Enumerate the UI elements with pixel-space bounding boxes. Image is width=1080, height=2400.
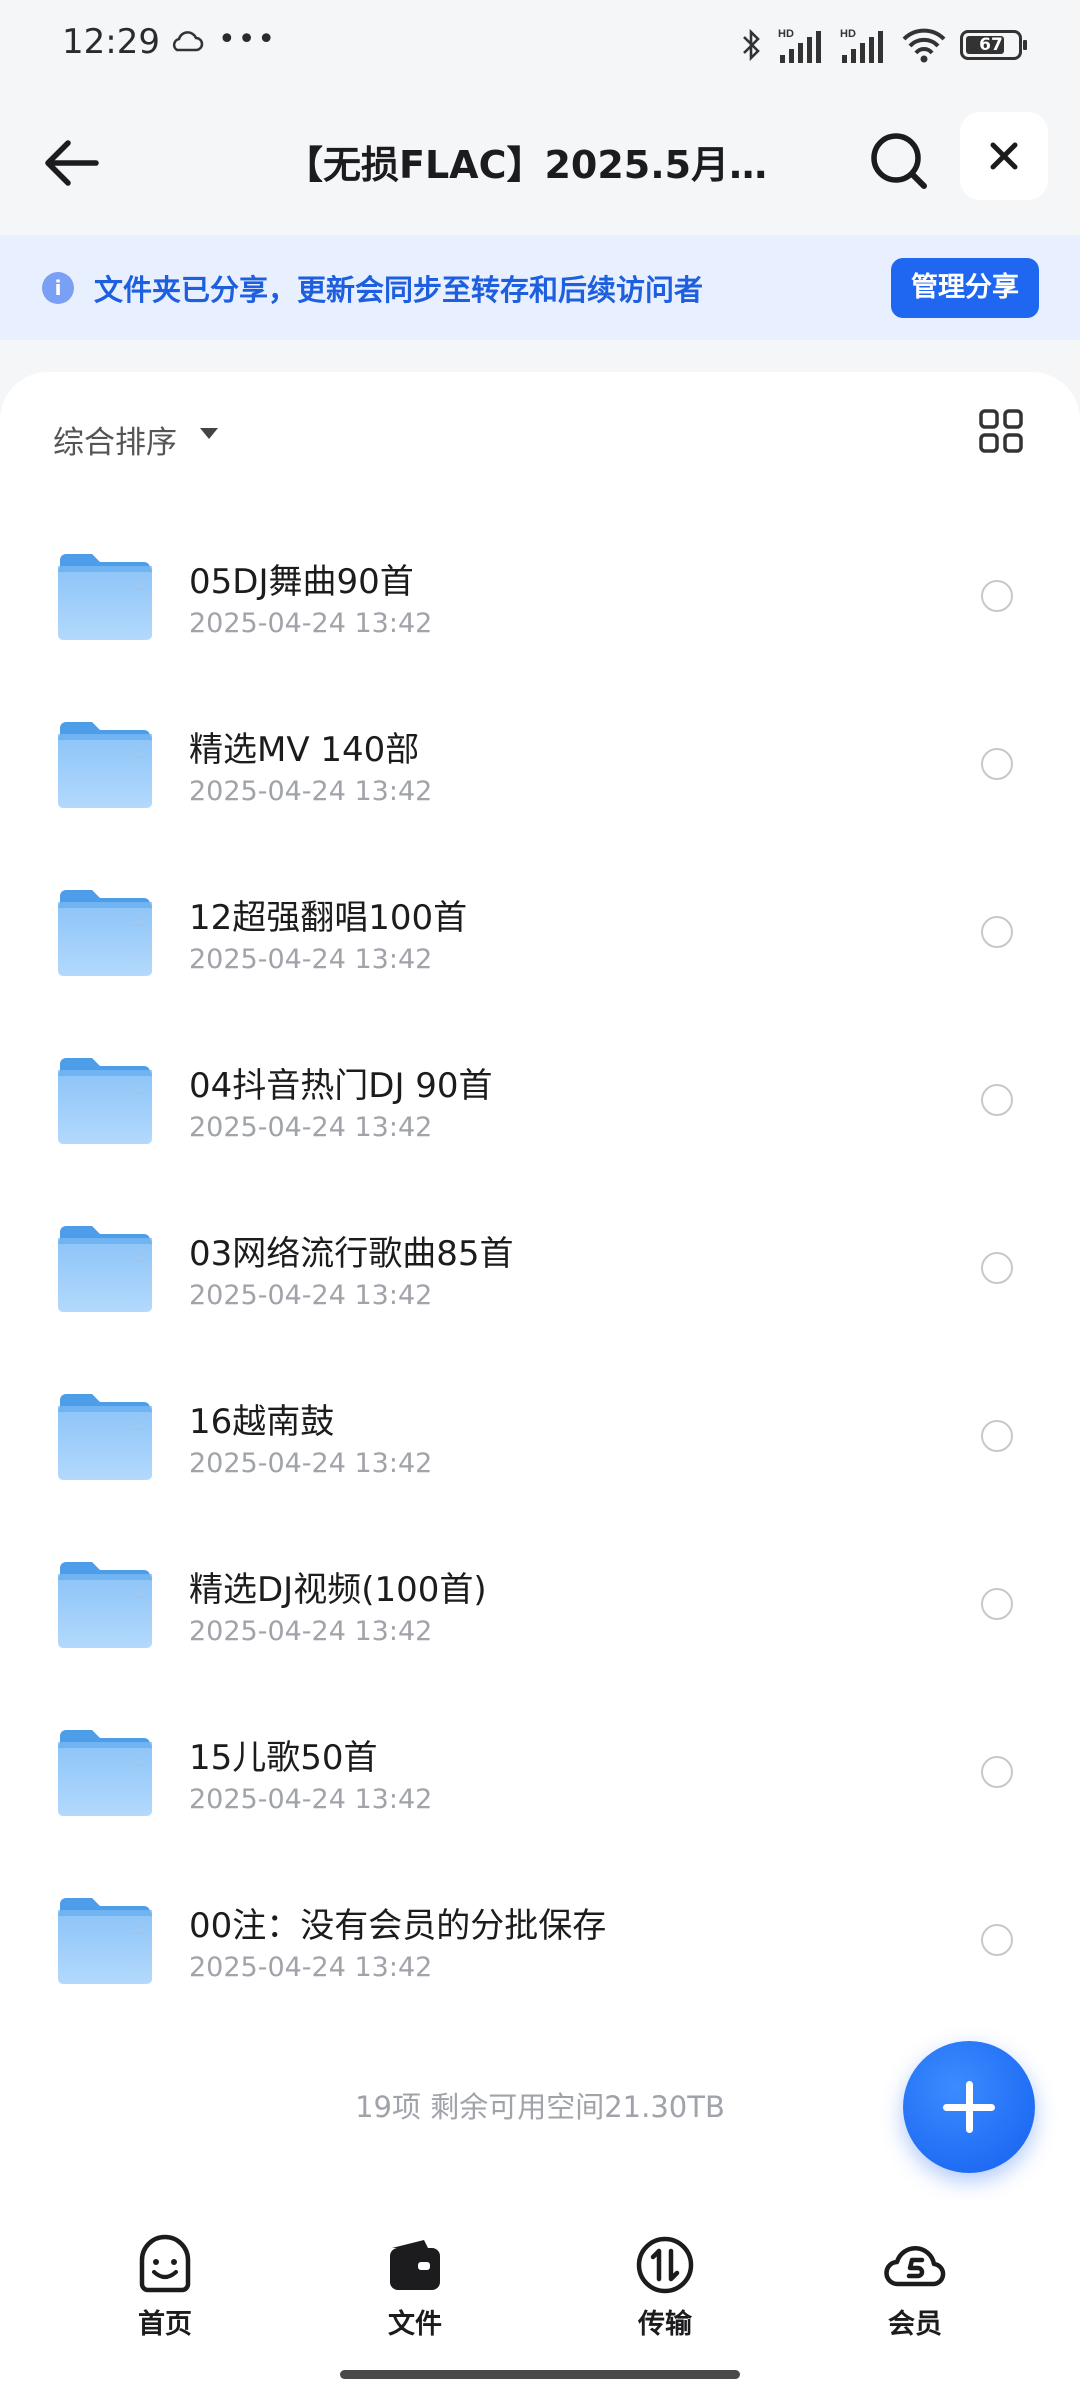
folder-name: 15儿歌50首 [189, 1738, 378, 1778]
select-checkbox[interactable] [981, 1756, 1013, 1788]
folder-icon [58, 1562, 152, 1648]
file-list: 05DJ舞曲90首 2025-04-24 13:42 精选MV 140部 2025-0… [0, 522, 1080, 2034]
folder-icon [58, 1226, 152, 1312]
file-list-item[interactable]: 00注：没有会员的分批保存 2025-04-24 13:42 [0, 1866, 1080, 2034]
signal-hd-icon: HD [778, 28, 821, 63]
folder-icon [58, 1058, 152, 1144]
svg-text:HD: HD [778, 28, 794, 40]
select-checkbox[interactable] [981, 1588, 1013, 1620]
folder-name: 12超强翻唱100首 [189, 898, 468, 938]
signal-hd-icon-2: HD [840, 28, 883, 63]
file-list-item[interactable]: 05DJ舞曲90首 2025-04-24 13:42 [0, 522, 1080, 690]
nav-label-transfer: 传输 [638, 2309, 692, 2340]
folder-date: 2025-04-24 13:42 [189, 944, 433, 975]
smiley-home-icon [139, 2234, 191, 2293]
folder-name: 04抖音热门DJ 90首 [189, 1066, 493, 1106]
file-list-item[interactable]: 03网络流行歌曲85首 2025-04-24 13:42 [0, 1194, 1080, 1362]
folder-date: 2025-04-24 13:42 [189, 1616, 433, 1647]
bluetooth-icon [743, 28, 760, 62]
nav-item-files[interactable]: 文件 [345, 2234, 485, 2341]
battery-icon: 67 [960, 30, 1027, 60]
folder-date: 2025-04-24 13:42 [189, 1448, 433, 1479]
nav-item-transfer[interactable]: 传输 [595, 2234, 735, 2341]
file-list-item[interactable]: 16越南鼓 2025-04-24 13:42 [0, 1362, 1080, 1530]
close-button[interactable] [960, 112, 1048, 200]
folder-name: 05DJ舞曲90首 [189, 562, 414, 602]
nav-item-home[interactable]: 首页 [95, 2234, 235, 2341]
folder-icon [58, 890, 152, 976]
select-checkbox[interactable] [981, 1084, 1013, 1116]
folder-icon [58, 1730, 152, 1816]
select-checkbox[interactable] [981, 916, 1013, 948]
wifi-icon [902, 28, 946, 63]
home-indicator [340, 2370, 740, 2379]
folder-name: 16越南鼓 [189, 1402, 335, 1442]
folder-name: 精选DJ视频(100首) [189, 1570, 487, 1610]
caret-down-icon [200, 428, 218, 439]
status-bar: 12:29 ••• HD HD 67 [0, 0, 1080, 90]
file-list-item[interactable]: 15儿歌50首 2025-04-24 13:42 [0, 1698, 1080, 1866]
file-list-item[interactable]: 精选DJ视频(100首) 2025-04-24 13:42 [0, 1530, 1080, 1698]
folder-name: 03网络流行歌曲85首 [189, 1234, 514, 1274]
folder-icon [58, 554, 152, 640]
file-list-item[interactable]: 12超强翻唱100首 2025-04-24 13:42 [0, 858, 1080, 1026]
folder-date: 2025-04-24 13:42 [189, 1784, 433, 1815]
status-time: 12:29 [62, 22, 160, 62]
file-list-item[interactable]: 精选MV 140部 2025-04-24 13:42 [0, 690, 1080, 858]
status-indicators: HD HD 67 [740, 20, 1027, 70]
folder-name: 精选MV 140部 [189, 730, 420, 770]
folder-icon [58, 1898, 152, 1984]
cloud-icon [172, 31, 204, 52]
wallet-files-icon [390, 2240, 440, 2290]
select-checkbox[interactable] [981, 748, 1013, 780]
close-icon [990, 142, 1018, 170]
folder-date: 2025-04-24 13:42 [189, 608, 433, 639]
share-notice-text: 文件夹已分享，更新会同步至转存和后续访问者 [94, 273, 704, 307]
folder-date: 2025-04-24 13:42 [189, 1112, 433, 1143]
folder-name: 00注：没有会员的分批保存 [189, 1906, 607, 1946]
info-icon: i [42, 272, 74, 304]
add-button[interactable] [903, 2041, 1035, 2173]
file-list-item[interactable]: 04抖音热门DJ 90首 2025-04-24 13:42 [0, 1026, 1080, 1194]
manage-share-button[interactable]: 管理分享 [891, 258, 1039, 318]
nav-label-home: 首页 [138, 2309, 192, 2340]
top-app-bar: 【无损FLAC】2025.5月车… [0, 90, 1080, 235]
folder-icon [58, 1394, 152, 1480]
sort-label: 综合排序 [53, 425, 177, 461]
select-checkbox[interactable] [981, 580, 1013, 612]
grid-view-icon[interactable] [978, 408, 1024, 454]
svg-text:HD: HD [840, 28, 856, 40]
folder-date: 2025-04-24 13:42 [189, 776, 433, 807]
share-notice-banner: i 文件夹已分享，更新会同步至转存和后续访问者 管理分享 [0, 235, 1080, 340]
select-checkbox[interactable] [981, 1420, 1013, 1452]
folder-date: 2025-04-24 13:42 [189, 1280, 433, 1311]
transfer-icon [636, 2236, 694, 2294]
nav-label-vip: 会员 [888, 2309, 942, 2340]
page-title: 【无损FLAC】2025.5月车… [285, 143, 805, 187]
nav-label-files: 文件 [388, 2309, 442, 2340]
nav-item-vip[interactable]: 会员 [845, 2234, 985, 2341]
folder-icon [58, 722, 152, 808]
select-checkbox[interactable] [981, 1252, 1013, 1284]
battery-level: 67 [979, 35, 1003, 55]
file-list-panel: 综合排序 05DJ舞曲90首 2025-04-24 13:42 精选MV 140部 2… [0, 372, 1080, 2202]
search-icon[interactable] [862, 124, 936, 198]
folder-date: 2025-04-24 13:42 [189, 1952, 433, 1983]
back-arrow-icon[interactable] [38, 128, 108, 198]
more-notifications-icon: ••• [218, 22, 278, 57]
cloud-vip-icon [884, 2245, 946, 2287]
select-checkbox[interactable] [981, 1924, 1013, 1956]
